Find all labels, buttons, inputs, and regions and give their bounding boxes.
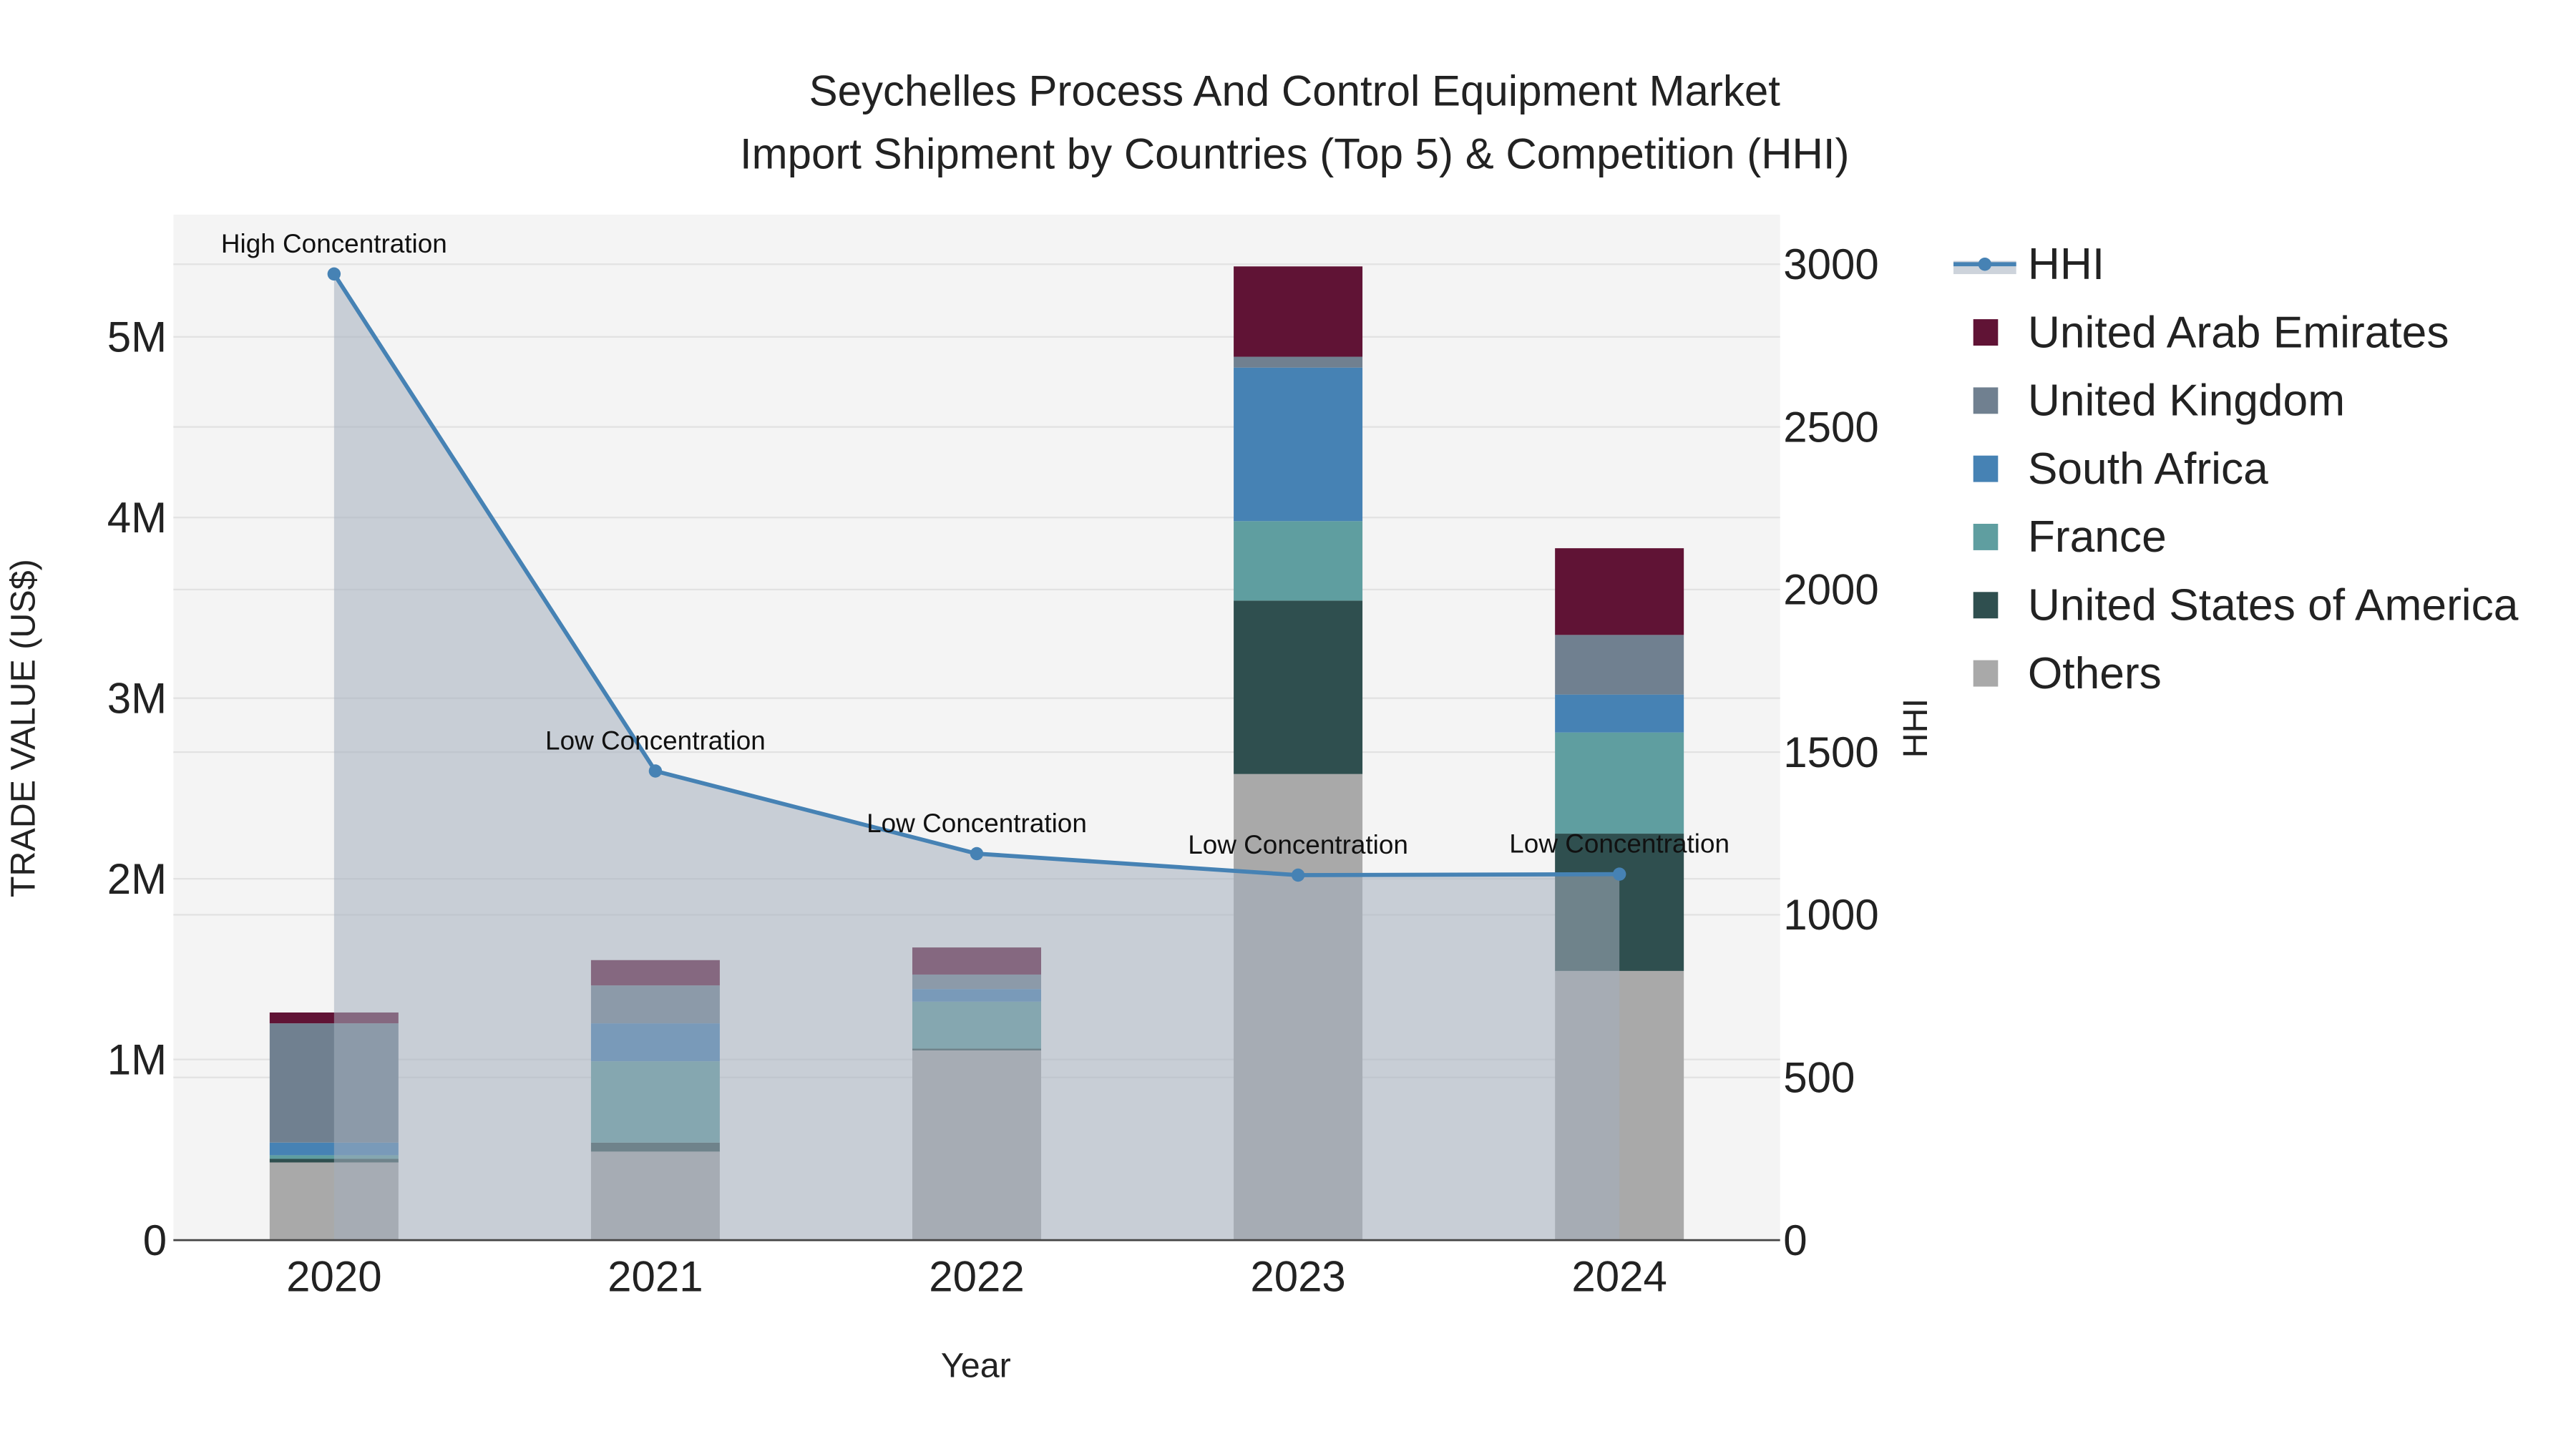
- hhi-annotation: Low Concentration: [1188, 830, 1408, 859]
- bar-segment: [1555, 635, 1684, 695]
- legend-swatch: [1973, 592, 1999, 619]
- hhi-annotation: Low Concentration: [545, 726, 766, 756]
- bar-segment: [1555, 732, 1684, 834]
- y2-tick-label: 500: [1783, 1054, 1855, 1102]
- y2-tick-label: 0: [1783, 1216, 1807, 1264]
- bar-segment: [1555, 694, 1684, 733]
- y-tick-label: 5M: [107, 313, 167, 361]
- x-tick-label: 2022: [929, 1253, 1024, 1301]
- legend-swatch: [1973, 387, 1999, 414]
- bar-segment: [1555, 548, 1684, 635]
- y-tick-label: 3M: [107, 674, 167, 722]
- legend-label: Others: [2028, 649, 2162, 698]
- hhi-point: [648, 764, 663, 778]
- bar-segment: [1234, 600, 1363, 774]
- hhi-point: [327, 267, 341, 281]
- legend-swatch: [1973, 660, 1999, 687]
- legend-swatch: [1973, 319, 1999, 346]
- y2-axis-title: HHI: [1896, 698, 1935, 758]
- legend-label: HHI: [2028, 240, 2104, 289]
- y2-tick-label: 2000: [1783, 566, 1878, 614]
- y-tick-label: 2M: [107, 855, 167, 903]
- x-tick-label: 2023: [1250, 1253, 1345, 1301]
- bar-segment: [1234, 266, 1363, 357]
- y-tick-label: 1M: [107, 1035, 167, 1083]
- x-tick-label: 2020: [286, 1253, 381, 1301]
- y-tick-label: 0: [143, 1216, 167, 1264]
- chart-title: Seychelles Process And Control Equipment…: [809, 67, 1781, 115]
- y2-tick-label: 1500: [1783, 728, 1878, 776]
- y-tick-label: 4M: [107, 494, 167, 542]
- legend-label: France: [2028, 512, 2167, 562]
- y-axis-title: TRADE VALUE (US$): [4, 559, 42, 897]
- bar-segment: [1234, 356, 1363, 368]
- legend-swatch: [1973, 524, 1999, 550]
- bar-segment: [1234, 367, 1363, 522]
- hhi-annotation: Low Concentration: [867, 809, 1087, 838]
- legend-label: United Arab Emirates: [2028, 308, 2449, 357]
- x-tick-label: 2021: [608, 1253, 703, 1301]
- hhi-point: [1612, 867, 1626, 881]
- chart: High Concentration Low Concentration Low C…: [4, 67, 2519, 1385]
- y2-tick-label: 1000: [1783, 891, 1878, 939]
- y2-tick-label: 3000: [1783, 240, 1878, 288]
- legend-label: United States of America: [2028, 581, 2519, 630]
- legend: HHI United Arab Emirates United Kingdom Sou…: [1953, 240, 2519, 698]
- legend-swatch: [1973, 455, 1999, 482]
- legend-label: South Africa: [2028, 444, 2268, 494]
- hhi-point: [1291, 868, 1305, 882]
- hhi-annotation: High Concentration: [221, 229, 447, 258]
- y2-tick-label: 2500: [1783, 403, 1878, 451]
- chart-subtitle: Import Shipment by Countries (Top 5) & C…: [740, 130, 1850, 177]
- hhi-annotation: Low Concentration: [1509, 829, 1729, 859]
- x-tick-label: 2024: [1571, 1253, 1667, 1301]
- hhi-point: [970, 847, 984, 861]
- x-axis-title: Year: [941, 1347, 1011, 1385]
- bar-segment: [1234, 521, 1363, 601]
- legend-label: United Kingdom: [2028, 376, 2345, 426]
- legend-marker-hhi: [1978, 258, 1992, 271]
